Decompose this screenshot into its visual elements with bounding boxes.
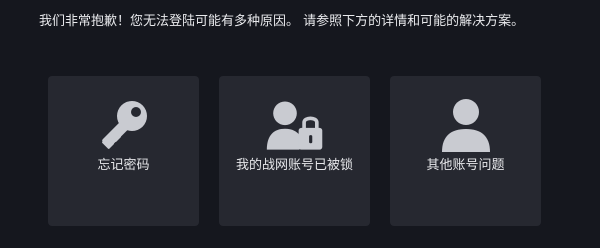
- other-account-issue-label: 其他账号问题: [426, 158, 505, 173]
- forgot-password-label: 忘记密码: [97, 158, 150, 173]
- other-account-issue-card[interactable]: 其他账号问题: [390, 76, 541, 226]
- forgot-password-card[interactable]: 忘记密码: [48, 76, 199, 226]
- key-icon: [94, 98, 154, 154]
- options-grid: 忘记密码 我的战网账号已被锁 其他账号问题: [48, 76, 541, 226]
- user-icon: [436, 98, 496, 154]
- locked-account-icon: [265, 98, 325, 154]
- account-locked-card[interactable]: 我的战网账号已被锁: [219, 76, 370, 226]
- error-message: 我们非常抱歉！您无法登陆可能有多种原因。 请参照下方的详情和可能的解决方案。: [39, 14, 525, 29]
- account-locked-label: 我的战网账号已被锁: [235, 158, 353, 173]
